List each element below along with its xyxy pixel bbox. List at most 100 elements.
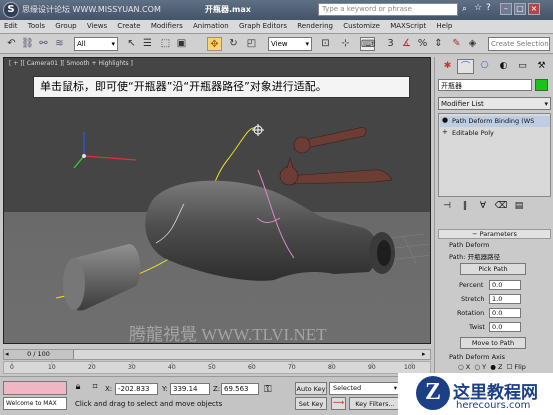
key-filter-icon[interactable]: ⟿ xyxy=(331,397,346,410)
bulb-icon[interactable]: ● xyxy=(442,116,448,124)
prompt-line: Click and drag to select and move object… xyxy=(75,400,223,408)
percent-snap-icon[interactable]: % xyxy=(415,37,430,51)
z-coordinate[interactable]: 69.563 xyxy=(221,383,259,395)
stack-item-path-deform[interactable]: ● Path Deform Binding (WS xyxy=(440,116,550,127)
lock-selection-icon[interactable]: 🔒︎ xyxy=(71,382,85,395)
maxscript-listener[interactable] xyxy=(3,381,67,395)
select-by-name-icon[interactable]: ☰ xyxy=(140,37,155,51)
instruction-callout: 单击鼠标，即可使“开瓶器”沿“开瓶器路径”对象进行适配。 xyxy=(33,76,410,98)
link-icon[interactable]: ⛓ xyxy=(20,37,35,51)
menu-group[interactable]: Group xyxy=(51,20,80,30)
snap-toggle-icon[interactable]: 3 xyxy=(383,37,398,51)
object-color-swatch[interactable] xyxy=(535,79,548,91)
rotation-spinner[interactable]: 0.0 xyxy=(489,308,521,318)
rect-selection-icon[interactable]: ⬚ xyxy=(158,37,173,51)
menu-rendering[interactable]: Rendering xyxy=(293,20,337,30)
create-tab-icon[interactable]: ✱ xyxy=(439,59,456,74)
configure-sets-icon[interactable]: ▤ xyxy=(510,198,528,214)
close-button[interactable]: × xyxy=(528,3,540,15)
bind-space-warp-icon[interactable]: ≋ xyxy=(52,37,67,51)
menu-modifiers[interactable]: Modifiers xyxy=(147,20,187,30)
select-scale-icon[interactable]: ◰ xyxy=(244,37,259,51)
menu-create[interactable]: Create xyxy=(113,20,144,30)
hierarchy-tab-icon[interactable]: ⎔ xyxy=(476,59,493,74)
star-icon[interactable]: ☆ xyxy=(474,3,482,13)
rotation-label: Rotation xyxy=(457,309,485,317)
menu-views[interactable]: Views xyxy=(83,20,111,30)
window-crossing-icon[interactable]: ▣ xyxy=(174,37,189,51)
keyboard-shortcut-icon[interactable]: ⌨ xyxy=(360,37,375,51)
app-logo-icon[interactable]: S xyxy=(3,2,19,18)
minimize-button[interactable]: – xyxy=(500,3,512,15)
tick-label: 70 xyxy=(288,364,296,371)
modify-tab-icon[interactable]: ⌒ xyxy=(457,59,474,74)
unlink-icon[interactable]: ⚯ xyxy=(36,37,51,51)
menu-customize[interactable]: Customize xyxy=(339,20,384,30)
search-input[interactable]: Type a keyword or phrase xyxy=(318,3,458,16)
camera-viewport[interactable]: [ + ][ Camera01 ][ Smooth + Highlights ] xyxy=(3,57,431,344)
command-panel: ✱ ⌒ ⎔ ◐ ▭ ⚒ 开瓶器 Modifier List ▾ ● Path Def… xyxy=(434,57,553,415)
absolute-mode-icon[interactable]: ⌗ xyxy=(88,382,102,395)
help-icon[interactable]: ? xyxy=(486,3,491,13)
stretch-spinner[interactable]: 1.0 xyxy=(489,294,521,304)
edit-named-selection-icon[interactable]: ✎ xyxy=(449,37,464,51)
named-selection-input[interactable]: Create Selection Se xyxy=(488,37,550,51)
select-object-icon[interactable]: ↖ xyxy=(124,37,139,51)
make-unique-icon[interactable]: ∀ xyxy=(474,198,492,214)
motion-tab-icon[interactable]: ◐ xyxy=(495,59,512,74)
track-bar-ruler[interactable]: 0 10 20 30 40 50 60 70 80 90 100 xyxy=(3,361,431,374)
key-icon[interactable]: ⚿ xyxy=(264,384,272,395)
object-name-field[interactable]: 开瓶器 xyxy=(438,79,532,91)
modifier-list-dropdown[interactable]: Modifier List ▾ xyxy=(438,97,551,110)
utilities-tab-icon[interactable]: ⚒ xyxy=(533,59,550,74)
menu-help[interactable]: Help xyxy=(432,20,456,30)
pivot-center-icon[interactable]: ⊡ xyxy=(318,37,333,51)
pick-path-button[interactable]: Pick Path xyxy=(460,263,526,275)
remove-modifier-icon[interactable]: ⌫ xyxy=(492,198,510,214)
time-slider-thumb[interactable]: 0 / 100 xyxy=(4,350,74,359)
stack-buttons: ⊣ ‖ ∀ ⌫ ▤ xyxy=(438,198,551,218)
pin-stack-icon[interactable]: ⊣ xyxy=(438,198,456,214)
expand-icon[interactable]: + xyxy=(442,128,448,136)
key-filters-button[interactable]: Key Filters... xyxy=(349,397,401,410)
move-to-path-button[interactable]: Move to Path xyxy=(460,337,526,349)
maximize-button[interactable]: □ xyxy=(514,3,526,15)
select-manipulate-icon[interactable]: ⊹ xyxy=(338,37,353,51)
key-mode-dropdown[interactable]: Selected ▾ xyxy=(329,382,401,395)
modifier-stack[interactable]: ● Path Deform Binding (WS + Editable Poly xyxy=(438,113,551,197)
select-rotate-icon[interactable]: ↻ xyxy=(226,37,241,51)
display-tab-icon[interactable]: ▭ xyxy=(514,59,531,74)
tick-label: 90 xyxy=(368,364,376,371)
angle-snap-icon[interactable]: ∡ xyxy=(399,37,414,51)
selection-filter-dropdown[interactable]: All ▾ xyxy=(74,37,118,51)
twist-spinner[interactable]: 0.0 xyxy=(489,322,521,332)
percent-spinner[interactable]: 0.0 xyxy=(489,280,521,290)
parameters-header[interactable]: − Parameters xyxy=(438,229,551,239)
axis-radio-group[interactable]: ○ X ○ Y ● Z ☐ Flip xyxy=(458,363,526,371)
menu-animation[interactable]: Animation xyxy=(189,20,233,30)
select-move-icon[interactable]: ✥ xyxy=(207,37,222,51)
named-selection-sets-icon[interactable]: ◈ xyxy=(465,37,480,51)
title-bar: S 思缘设计论坛 WWW.MISSYUAN.COM 开瓶器.max Type a… xyxy=(0,0,553,20)
reference-coord-dropdown[interactable]: View ▾ xyxy=(268,37,312,51)
menu-graph-editors[interactable]: Graph Editors xyxy=(235,20,291,30)
spinner-snap-icon[interactable]: ⇕ xyxy=(431,37,446,51)
auto-key-button[interactable]: Auto Key xyxy=(295,382,327,395)
menu-edit[interactable]: Edit xyxy=(0,20,22,30)
welcome-field[interactable]: Welcome to MAX xyxy=(3,397,67,410)
tick-label: 80 xyxy=(328,364,336,371)
y-coordinate[interactable]: 339.14 xyxy=(170,383,210,395)
prev-frame-icon[interactable]: ◂ xyxy=(5,350,9,358)
show-end-result-icon[interactable]: ‖ xyxy=(456,198,474,214)
next-frame-icon[interactable]: ▸ xyxy=(422,350,426,358)
x-coordinate[interactable]: -202.833 xyxy=(115,383,158,395)
logo-mark-icon: Z xyxy=(416,376,450,410)
stack-item-editable-poly[interactable]: + Editable Poly xyxy=(440,128,550,139)
time-slider[interactable]: 0 / 100 ◂ ▸ xyxy=(3,349,431,360)
set-key-button[interactable]: Set Key xyxy=(295,397,327,410)
scene-graphic xyxy=(55,124,430,311)
undo-icon[interactable]: ↶ xyxy=(4,37,19,51)
search-icon[interactable]: ⌕ xyxy=(462,4,467,14)
menu-maxscript[interactable]: MAXScript xyxy=(386,20,430,30)
menu-tools[interactable]: Tools xyxy=(24,20,49,30)
